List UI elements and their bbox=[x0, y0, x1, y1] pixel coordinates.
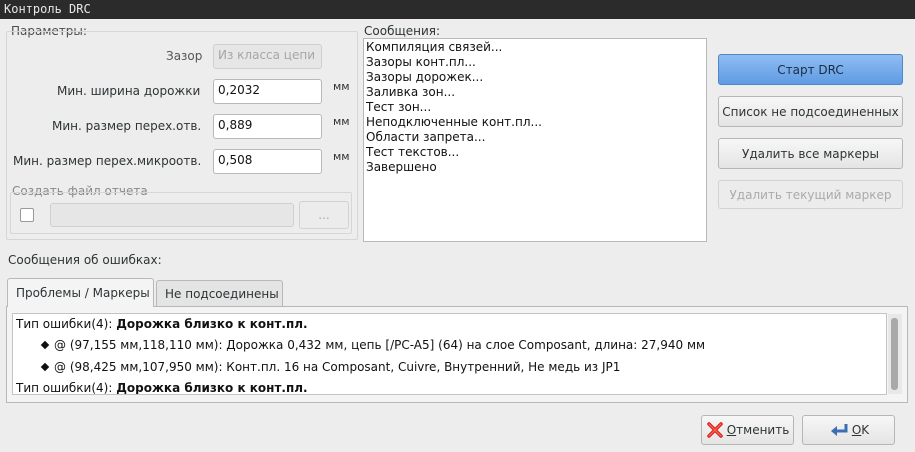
delete-all-markers-button[interactable]: Удалить все маркеры bbox=[718, 138, 903, 169]
cancel-mnemonic: О bbox=[726, 423, 737, 437]
message-line: Неподключенные конт.пл... bbox=[366, 115, 542, 129]
message-line: Завершено bbox=[366, 160, 437, 174]
report-path-field bbox=[50, 203, 294, 227]
cancel-label: тменить bbox=[736, 423, 790, 437]
tab-unconnected[interactable]: Не подсоединены bbox=[156, 280, 283, 306]
message-line: Области запрета... bbox=[366, 130, 486, 144]
tab-label: Проблемы / Маркеры bbox=[16, 286, 150, 300]
error-type-name: Дорожка близко к конт.пл. bbox=[116, 317, 308, 331]
error-type-row[interactable]: Тип ошибки(4): Дорожка близко к конт.пл. bbox=[16, 381, 308, 395]
messages-title: Сообщения: bbox=[364, 24, 441, 38]
min-track-unit: мм bbox=[333, 80, 350, 93]
clearance-field: Из класса цепи bbox=[213, 44, 322, 69]
tab-label: Не подсоединены bbox=[165, 286, 279, 301]
start-drc-button[interactable]: Старт DRC bbox=[718, 54, 903, 85]
ok-label: K bbox=[861, 423, 870, 437]
error-type-name: Дорожка близко к конт.пл. bbox=[116, 381, 308, 395]
cancel-button[interactable]: Отменить bbox=[701, 415, 794, 445]
min-via-unit: мм bbox=[333, 115, 350, 128]
min-microvia-label: Мин. размер перех.микроотв. bbox=[13, 154, 202, 168]
window-title: Контроль DRC bbox=[0, 0, 915, 19]
error-type-prefix: Тип ошибки(4): bbox=[16, 317, 117, 331]
errors-title: Сообщения об ошибках: bbox=[8, 253, 162, 267]
error-detail-text: @ (98,425 мм,107,950 мм): Конт.пл. 16 на… bbox=[54, 360, 621, 374]
message-line: Зазоры дорожек... bbox=[366, 70, 484, 84]
list-unconnected-button[interactable]: Список не подсоединенных bbox=[718, 96, 903, 127]
min-via-label: Мин. размер перех.отв. bbox=[52, 119, 202, 133]
clearance-label: Зазор bbox=[166, 49, 203, 63]
message-line: Компиляция связей... bbox=[366, 40, 503, 54]
delete-current-marker-button: Удалить текущий маркер bbox=[718, 180, 903, 209]
message-line: Тест текстов... bbox=[366, 145, 460, 159]
red-x-icon bbox=[706, 422, 723, 438]
report-checkbox[interactable] bbox=[20, 208, 34, 222]
min-via-field[interactable]: 0,889 bbox=[213, 114, 322, 139]
browse-button: ... bbox=[299, 201, 349, 229]
return-arrow-icon bbox=[830, 424, 848, 436]
tab-problems-markers[interactable]: Проблемы / Маркеры bbox=[7, 278, 154, 307]
error-type-row[interactable]: Тип ошибки(4): Дорожка близко к конт.пл. bbox=[16, 317, 308, 331]
min-track-label: Мин. ширина дорожки bbox=[57, 84, 201, 98]
min-microvia-field[interactable]: 0,508 bbox=[213, 149, 322, 174]
error-detail-text: @ (97,155 мм,118,110 мм): Дорожка 0,432 … bbox=[54, 338, 706, 352]
error-detail-row[interactable]: @ (97,155 мм,118,110 мм): Дорожка 0,432 … bbox=[40, 338, 706, 352]
min-microvia-unit: мм bbox=[333, 150, 350, 163]
messages-box: Компиляция связей... Зазоры конт.пл... З… bbox=[363, 38, 707, 242]
errors-scrollbar-thumb[interactable] bbox=[891, 318, 898, 390]
min-track-field[interactable]: 0,2032 bbox=[213, 79, 322, 104]
ok-button[interactable]: OK bbox=[802, 415, 895, 445]
message-line: Тест зон... bbox=[366, 100, 432, 114]
error-type-prefix: Тип ошибки(4): bbox=[16, 381, 117, 395]
message-line: Зазоры конт.пл... bbox=[366, 55, 476, 69]
bullet-icon bbox=[40, 362, 50, 372]
error-detail-row[interactable]: @ (98,425 мм,107,950 мм): Конт.пл. 16 на… bbox=[40, 360, 621, 374]
bullet-icon bbox=[40, 340, 50, 350]
message-line: Заливка зон... bbox=[366, 85, 456, 99]
errors-list[interactable]: Тип ошибки(4): Дорожка близко к конт.пл.… bbox=[12, 313, 887, 395]
ok-mnemonic: O bbox=[851, 423, 862, 437]
